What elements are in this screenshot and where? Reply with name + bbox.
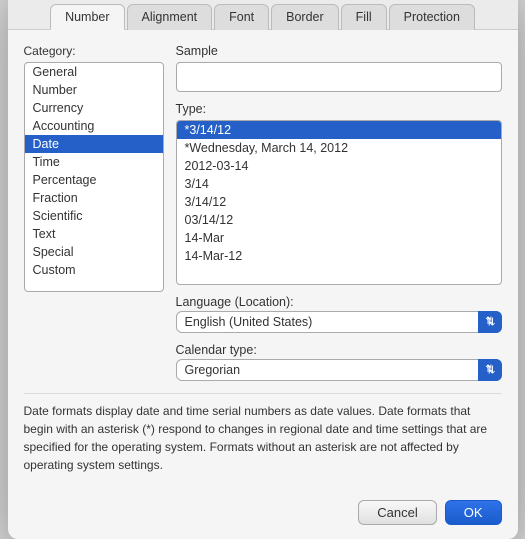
calendar-select[interactable]: Gregorian <box>176 359 502 381</box>
type-list[interactable]: *3/14/12*Wednesday, March 14, 20122012-0… <box>176 120 502 285</box>
tab-border[interactable]: Border <box>271 4 339 30</box>
calendar-label: Calendar type: <box>176 343 502 357</box>
type-item[interactable]: 3/14 <box>177 175 501 193</box>
type-item[interactable]: 2012-03-14 <box>177 157 501 175</box>
type-item[interactable]: *Wednesday, March 14, 2012 <box>177 139 501 157</box>
language-row: Language (Location): English (United Sta… <box>176 295 502 333</box>
cancel-button[interactable]: Cancel <box>358 500 436 525</box>
type-label: Type: <box>176 102 502 116</box>
category-panel: Category: GeneralNumberCurrencyAccountin… <box>24 44 164 381</box>
tab-font[interactable]: Font <box>214 4 269 30</box>
format-cells-dialog: Format Cells NumberAlignmentFontBorderFi… <box>8 0 518 539</box>
language-select[interactable]: English (United States) <box>176 311 502 333</box>
sample-section: Sample <box>176 44 502 92</box>
category-item-general[interactable]: General <box>25 63 163 81</box>
sample-label: Sample <box>176 44 502 58</box>
type-item[interactable]: 3/14/12 <box>177 193 501 211</box>
tab-number[interactable]: Number <box>50 4 124 30</box>
language-dropdown-wrapper: English (United States) ⇅ <box>176 311 502 333</box>
title-bar: Format Cells NumberAlignmentFontBorderFi… <box>8 0 518 30</box>
category-label: Category: <box>24 44 164 58</box>
type-item[interactable]: 03/14/12 <box>177 211 501 229</box>
category-list[interactable]: GeneralNumberCurrencyAccountingDateTimeP… <box>24 62 164 292</box>
tab-bar: NumberAlignmentFontBorderFillProtection <box>24 3 502 29</box>
ok-button[interactable]: OK <box>445 500 502 525</box>
main-row: Category: GeneralNumberCurrencyAccountin… <box>24 44 502 381</box>
type-item[interactable]: 14-Mar-12 <box>177 247 501 265</box>
right-panel: Sample Type: *3/14/12*Wednesday, March 1… <box>176 44 502 381</box>
category-item-percentage[interactable]: Percentage <box>25 171 163 189</box>
calendar-dropdown-wrapper: Gregorian ⇅ <box>176 359 502 381</box>
category-item-time[interactable]: Time <box>25 153 163 171</box>
type-section: Type: *3/14/12*Wednesday, March 14, 2012… <box>176 102 502 285</box>
tab-fill[interactable]: Fill <box>341 4 387 30</box>
category-item-date[interactable]: Date <box>25 135 163 153</box>
calendar-row: Calendar type: Gregorian ⇅ <box>176 343 502 381</box>
description-area: Date formats display date and time seria… <box>24 393 502 478</box>
tab-alignment[interactable]: Alignment <box>127 4 213 30</box>
category-item-accounting[interactable]: Accounting <box>25 117 163 135</box>
category-item-text[interactable]: Text <box>25 225 163 243</box>
category-item-custom[interactable]: Custom <box>25 261 163 279</box>
type-item[interactable]: *3/14/12 <box>177 121 501 139</box>
dialog-content: Category: GeneralNumberCurrencyAccountin… <box>8 30 518 492</box>
type-item[interactable]: 14-Mar <box>177 229 501 247</box>
category-item-number[interactable]: Number <box>25 81 163 99</box>
category-item-special[interactable]: Special <box>25 243 163 261</box>
button-row: Cancel OK <box>8 492 518 539</box>
category-item-currency[interactable]: Currency <box>25 99 163 117</box>
tab-protection[interactable]: Protection <box>389 4 475 30</box>
language-label: Language (Location): <box>176 295 502 309</box>
category-item-scientific[interactable]: Scientific <box>25 207 163 225</box>
category-item-fraction[interactable]: Fraction <box>25 189 163 207</box>
description-text: Date formats display date and time seria… <box>24 404 488 472</box>
sample-box <box>176 62 502 92</box>
